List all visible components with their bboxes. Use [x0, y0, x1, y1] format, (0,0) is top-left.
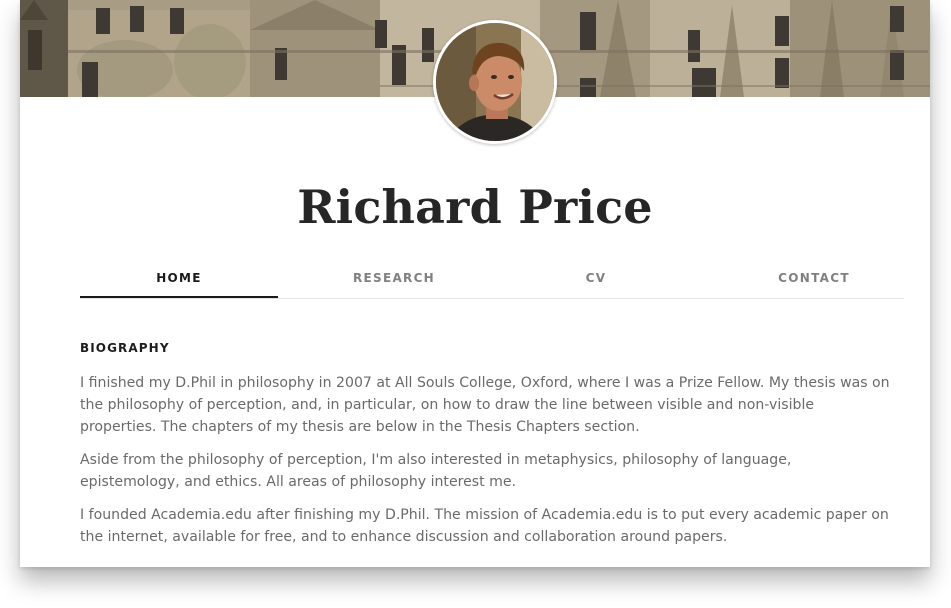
profile-nav: HOME RESEARCH CV CONTACT: [80, 262, 904, 299]
tab-research[interactable]: RESEARCH: [320, 262, 468, 297]
tab-contact[interactable]: CONTACT: [740, 262, 888, 297]
section-title-biography: BIOGRAPHY: [80, 341, 170, 355]
profile-photo-icon: [436, 23, 554, 141]
profile-card: Richard Price HOME RESEARCH CV CONTACT B…: [20, 0, 930, 567]
biography-paragraph: I finished my D.Phil in philosophy in 20…: [80, 375, 890, 435]
profile-name: Richard Price: [297, 180, 653, 234]
profile-avatar: [433, 20, 557, 144]
tab-cv[interactable]: CV: [560, 262, 632, 297]
biography-paragraph: Aside from the philosophy of perception,…: [80, 452, 792, 490]
tab-home[interactable]: HOME: [80, 262, 278, 298]
biography-paragraph: I founded Academia.edu after finishing m…: [80, 507, 889, 545]
